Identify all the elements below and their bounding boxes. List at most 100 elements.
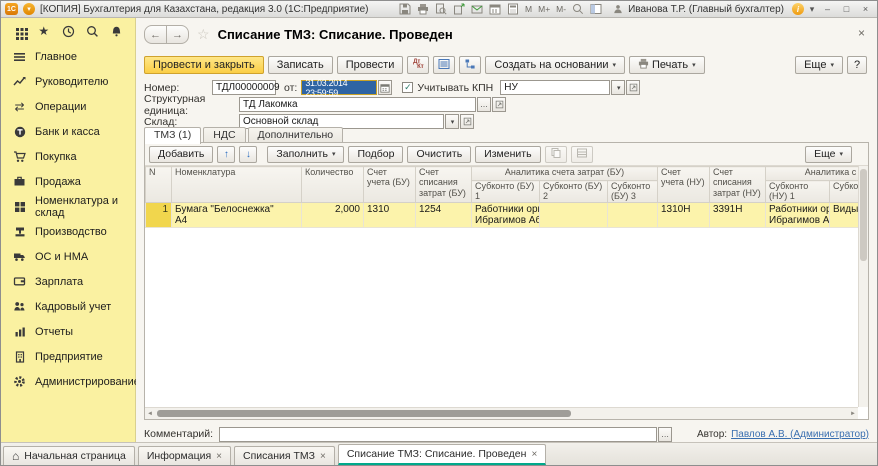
col-subconto-nu2[interactable]: Субкон [830,181,859,203]
save-icon[interactable] [398,3,412,16]
cell-subconto-bu1[interactable]: Работники орга...Ибрагимов Абду... [472,202,540,227]
sidebar-item-reports[interactable]: Отчеты [1,319,135,344]
col-subconto-bu2[interactable]: Субконто (БУ) 2 [540,181,608,203]
sidebar-item-sales[interactable]: Продажа [1,169,135,194]
print-preview-icon[interactable] [434,3,448,16]
titlebar-caret-icon[interactable]: ▾ [808,3,816,16]
sidebar-item-inventory[interactable]: Номенклатура и склад [1,194,135,219]
document-list-button[interactable] [433,56,455,74]
post-and-close-button[interactable]: Провести и закрыть [144,56,264,74]
mail-icon[interactable] [470,3,484,16]
more-button[interactable]: Еще▾ [795,56,843,74]
create-based-on-button[interactable]: Создать на основании▾ [485,56,625,74]
notifications-bell-icon[interactable] [110,25,123,38]
table-row[interactable]: 1 Бумага "Белоснежка"А4 2,000 1310 1254 … [146,202,859,227]
calendar-icon[interactable] [488,3,502,16]
scroll-left-arrow[interactable]: ◄ [145,409,155,418]
tab-close-icon[interactable]: × [320,451,326,462]
unit-field[interactable]: ТД Лакомка [239,97,476,112]
cell-subconto-bu2[interactable] [540,202,608,227]
help-button[interactable]: ? [847,56,867,74]
cell-subconto-nu1[interactable]: Работники орга...Ибрагимов Абду... [766,202,830,227]
favorite-star-icon[interactable]: ☆ [197,26,210,43]
forward-button[interactable]: → [166,25,189,44]
col-subconto-bu1[interactable]: Субконто (БУ) 1 [472,181,540,203]
calendar-picker-button[interactable] [378,80,392,95]
comment-input[interactable] [219,427,657,442]
kpn-combo[interactable]: НУ [500,80,610,95]
horizontal-scrollbar-thumb[interactable] [157,410,571,417]
copy-rows-button[interactable] [545,146,567,163]
sidebar-item-purchase[interactable]: Покупка [1,144,135,169]
col-subconto-bu3[interactable]: Субконто (БУ) 3 [608,181,658,203]
cell-subconto-bu3[interactable] [608,202,658,227]
fill-button[interactable]: Заполнить▾ [267,146,344,163]
document-close-button[interactable]: × [858,26,865,40]
cell-nomenclature[interactable]: Бумага "Белоснежка"А4 [172,202,302,227]
date-field[interactable]: 31.03.2014 23:59:59 [301,80,377,95]
back-button[interactable]: ← [144,25,167,44]
kpn-checkbox[interactable]: ✓ Учитывать КПН [402,82,493,94]
send-icon[interactable] [452,3,466,16]
unit-select-button[interactable]: … [477,97,491,112]
vertical-scrollbar-thumb[interactable] [860,169,867,261]
info-button[interactable]: i [792,3,804,15]
sidebar-item-payroll[interactable]: Зарплата [1,269,135,294]
sidebar-item-production[interactable]: Производство [1,219,135,244]
calculator-icon[interactable] [506,3,520,16]
sidebar-item-operations[interactable]: ⇄ Операции [1,94,135,119]
kpn-open-button[interactable] [626,80,640,95]
maximize-button[interactable]: □ [839,3,854,16]
move-down-button[interactable]: ↓ [239,146,257,163]
minimize-button[interactable]: – [820,3,835,16]
pick-button[interactable]: Подбор [348,146,403,163]
memory-m-minus-button[interactable]: M- [555,4,567,14]
paste-rows-button[interactable] [571,146,593,163]
add-row-button[interactable]: Добавить [149,146,213,163]
sidebar-item-fixed-assets[interactable]: ОС и НМА [1,244,135,269]
col-expense-account-nu[interactable]: Счет списания затрат (НУ) [710,167,766,203]
taskbar-tab-current-document[interactable]: Списание ТМЗ: Списание. Проведен × [338,444,546,465]
apps-menu-icon[interactable] [13,25,26,38]
col-quantity[interactable]: Количество [302,167,364,203]
scroll-right-arrow[interactable]: ► [848,409,858,418]
write-button[interactable]: Записать [268,56,333,74]
comment-more-button[interactable]: … [658,427,672,442]
tab-additional[interactable]: Дополнительно [248,127,344,143]
col-subconto-nu1[interactable]: Субконто (НУ) 1 [766,181,830,203]
cell-expense-account-bu[interactable]: 1254 [416,202,472,227]
unit-open-button[interactable] [492,97,506,112]
print-menu-button[interactable]: Печать▾ [629,56,705,74]
sidebar-item-manager[interactable]: Руководителю [1,69,135,94]
close-button[interactable]: × [858,3,873,16]
taskbar-tab-information[interactable]: Информация × [138,446,231,465]
sidebar-item-bank-cash[interactable]: Банк и касса [1,119,135,144]
history-icon[interactable] [62,25,75,38]
warehouse-dropdown-button[interactable]: ▾ [445,114,459,129]
col-expense-account-bu[interactable]: Счет списания затрат (БУ) [416,167,472,203]
taskbar-tab-home[interactable]: ⌂ Начальная страница [3,446,135,465]
post-button[interactable]: Провести [337,56,404,74]
col-n[interactable]: N [146,167,172,203]
edit-button[interactable]: Изменить [475,146,540,163]
memory-m-button[interactable]: M [524,4,533,14]
current-user[interactable]: Иванова Т.Р. (Главный бухгалтер) [607,3,788,16]
horizontal-scrollbar[interactable]: ◄ ► [145,407,858,419]
tab-close-icon[interactable]: × [531,449,537,460]
cell-expense-account-nu[interactable]: 3391Н [710,202,766,227]
show-postings-button[interactable]: ДтКт [407,56,429,74]
sidebar-item-administration[interactable]: Администрирование [1,369,135,394]
sidebar-item-enterprise[interactable]: Предприятие [1,344,135,369]
search-icon[interactable] [86,25,99,38]
clear-button[interactable]: Очистить [407,146,471,163]
author-link[interactable]: Павлов А.В. (Администратор) [731,429,869,440]
zoom-icon[interactable] [571,3,585,16]
col-account-nu[interactable]: Счет учета (НУ) [658,167,710,203]
structure-button[interactable] [459,56,481,74]
cell-account-nu[interactable]: 1310Н [658,202,710,227]
sidebar-item-hr[interactable]: Кадровый учет [1,294,135,319]
vertical-scrollbar[interactable] [858,166,868,407]
app-menu-arrow-icon[interactable]: ▾ [23,3,35,15]
tab-tmz[interactable]: ТМЗ (1) [144,127,201,144]
kpn-dropdown-button[interactable]: ▾ [611,80,625,95]
